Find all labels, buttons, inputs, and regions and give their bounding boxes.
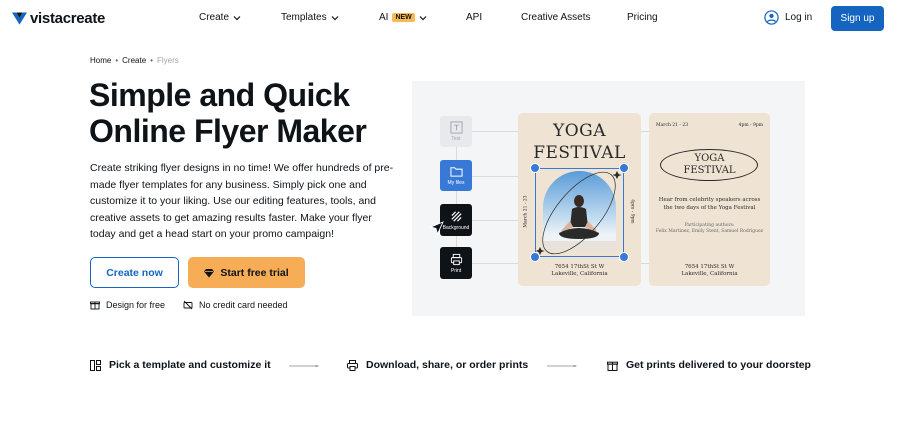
folder-icon bbox=[449, 167, 463, 177]
breadcrumb: Home • Create • Flyers bbox=[90, 56, 179, 65]
gift-icon bbox=[90, 301, 100, 310]
printer-icon bbox=[450, 253, 462, 265]
connector-line bbox=[472, 263, 518, 264]
poster-title-line: FESTIVAL bbox=[683, 165, 736, 176]
arrow-right-icon bbox=[547, 365, 577, 367]
signup-button[interactable]: Sign up bbox=[831, 6, 884, 31]
logo-text: vistacreate bbox=[30, 10, 106, 27]
printer-icon bbox=[347, 359, 358, 371]
poster-address: 7654 17thSt St W Lakeville, California bbox=[518, 264, 641, 278]
cursor-icon bbox=[430, 221, 444, 235]
nav-templates-label: Templates bbox=[281, 12, 327, 23]
connector-line bbox=[456, 131, 457, 263]
resize-handle bbox=[619, 163, 629, 173]
poster-date: March 21 - 23 bbox=[656, 123, 689, 128]
nav-create-label: Create bbox=[199, 12, 230, 23]
address-line: 7654 17thSt St W bbox=[554, 264, 605, 270]
nav-pricing-label: Pricing bbox=[627, 12, 658, 23]
selection-box bbox=[535, 168, 624, 257]
poster-title: YOGA FESTIVAL bbox=[649, 153, 770, 177]
step-delivery: Get prints delivered to your doorstep bbox=[607, 359, 811, 371]
nav-ai-label: AI bbox=[379, 12, 389, 23]
start-free-trial-label: Start free trial bbox=[220, 266, 289, 279]
nav-create[interactable]: Create bbox=[199, 12, 241, 23]
page-title: Simple and Quick Online Flyer Maker bbox=[89, 77, 367, 149]
text-tool-icon bbox=[449, 121, 463, 134]
login-label: Log in bbox=[785, 12, 813, 23]
poster-title-line: YOGA bbox=[694, 153, 725, 164]
nav-creative-assets-label: Creative Assets bbox=[521, 12, 591, 23]
nav-ai[interactable]: AI NEW bbox=[379, 12, 427, 23]
user-icon bbox=[764, 10, 779, 25]
yoga-poster-front: YOGA FESTIVAL March 21 - 23 4pm - 9pm 76… bbox=[518, 113, 641, 286]
perk-label: No credit card needed bbox=[199, 300, 288, 310]
tool-label: Background bbox=[442, 224, 470, 231]
tool-print: Print bbox=[440, 247, 472, 279]
arrow-right-icon bbox=[289, 365, 319, 367]
poster-title-line: YOGA bbox=[552, 121, 607, 141]
connector-line bbox=[472, 131, 518, 132]
step-download: Download, share, or order prints bbox=[347, 359, 528, 371]
top-nav: vistacreate Create Templates AI NEW API … bbox=[0, 0, 900, 37]
gift-icon bbox=[607, 361, 618, 371]
vistacreate-logo-icon bbox=[12, 11, 27, 25]
logo[interactable]: vistacreate bbox=[12, 10, 105, 27]
perk-no-card: No credit card needed bbox=[183, 300, 288, 310]
connector-line bbox=[472, 176, 518, 177]
step-label: Get prints delivered to your doorstep bbox=[626, 359, 811, 371]
chevron-down-icon bbox=[331, 15, 339, 20]
address-line: Lakeville, California bbox=[551, 271, 608, 277]
new-badge: NEW bbox=[392, 13, 415, 22]
login-link[interactable]: Log in bbox=[764, 10, 812, 25]
resize-handle bbox=[619, 252, 629, 262]
breadcrumb-create[interactable]: Create bbox=[122, 56, 146, 65]
poster-authors: Participating authors: Felix Martinez, E… bbox=[655, 223, 764, 235]
nav-pricing[interactable]: Pricing bbox=[627, 12, 658, 23]
resize-handle bbox=[530, 252, 540, 262]
yoga-poster-back: March 21 - 23 4pm - 9pm YOGA FESTIVAL He… bbox=[649, 113, 770, 286]
poster-time-vertical: 4pm - 9pm bbox=[629, 199, 635, 224]
poster-body: Hear from celebrity speakers across the … bbox=[658, 197, 761, 211]
nav-api[interactable]: API bbox=[466, 12, 482, 23]
step-label: Pick a template and customize it bbox=[109, 359, 271, 371]
poster-time: 4pm - 9pm bbox=[738, 123, 763, 128]
step-pick-template: Pick a template and customize it bbox=[90, 359, 271, 371]
resize-handle bbox=[530, 163, 540, 173]
perk-label: Design for free bbox=[106, 300, 166, 310]
nav-templates[interactable]: Templates bbox=[281, 12, 339, 23]
hero-description: Create striking flyer designs in no time… bbox=[90, 162, 394, 240]
tool-text: Text bbox=[440, 116, 472, 147]
tool-my-files: My files bbox=[440, 160, 472, 191]
start-free-trial-button[interactable]: Start free trial bbox=[188, 257, 305, 288]
step-label: Download, share, or order prints bbox=[366, 359, 529, 371]
create-now-button[interactable]: Create now bbox=[90, 257, 179, 288]
breadcrumb-home[interactable]: Home bbox=[90, 56, 111, 65]
diamond-icon bbox=[204, 268, 215, 277]
chevron-down-icon bbox=[419, 15, 427, 20]
perk-design-free: Design for free bbox=[90, 300, 165, 310]
connector-line bbox=[641, 263, 649, 264]
background-pattern-icon bbox=[450, 210, 462, 222]
tool-label: Print bbox=[450, 267, 462, 274]
nav-creative-assets[interactable]: Creative Assets bbox=[521, 12, 590, 23]
address-line: 7654 17thSt St W bbox=[684, 264, 735, 270]
connector-line bbox=[641, 131, 649, 132]
poster-address: 7654 17thSt St W Lakeville, California bbox=[649, 264, 770, 278]
tool-background: Background bbox=[440, 204, 472, 236]
authors-list: Felix Martinez, Emily Stent, Samuel Rodr… bbox=[655, 229, 764, 234]
connector-line bbox=[472, 220, 518, 221]
template-layout-icon bbox=[90, 359, 101, 371]
tool-label: Text bbox=[451, 136, 461, 142]
address-line: Lakeville, California bbox=[681, 271, 738, 277]
chevron-down-icon bbox=[233, 15, 241, 20]
breadcrumb-separator: • bbox=[115, 56, 119, 65]
nav-api-label: API bbox=[466, 12, 483, 23]
flyer-editor-preview: Text My files Background Print YOGA FEST… bbox=[412, 81, 805, 316]
breadcrumb-separator: • bbox=[150, 56, 153, 65]
tool-label: My files bbox=[447, 180, 465, 186]
breadcrumb-current: Flyers bbox=[156, 56, 179, 65]
no-card-icon bbox=[183, 300, 193, 310]
poster-date-vertical: March 21 - 23 bbox=[523, 195, 529, 228]
